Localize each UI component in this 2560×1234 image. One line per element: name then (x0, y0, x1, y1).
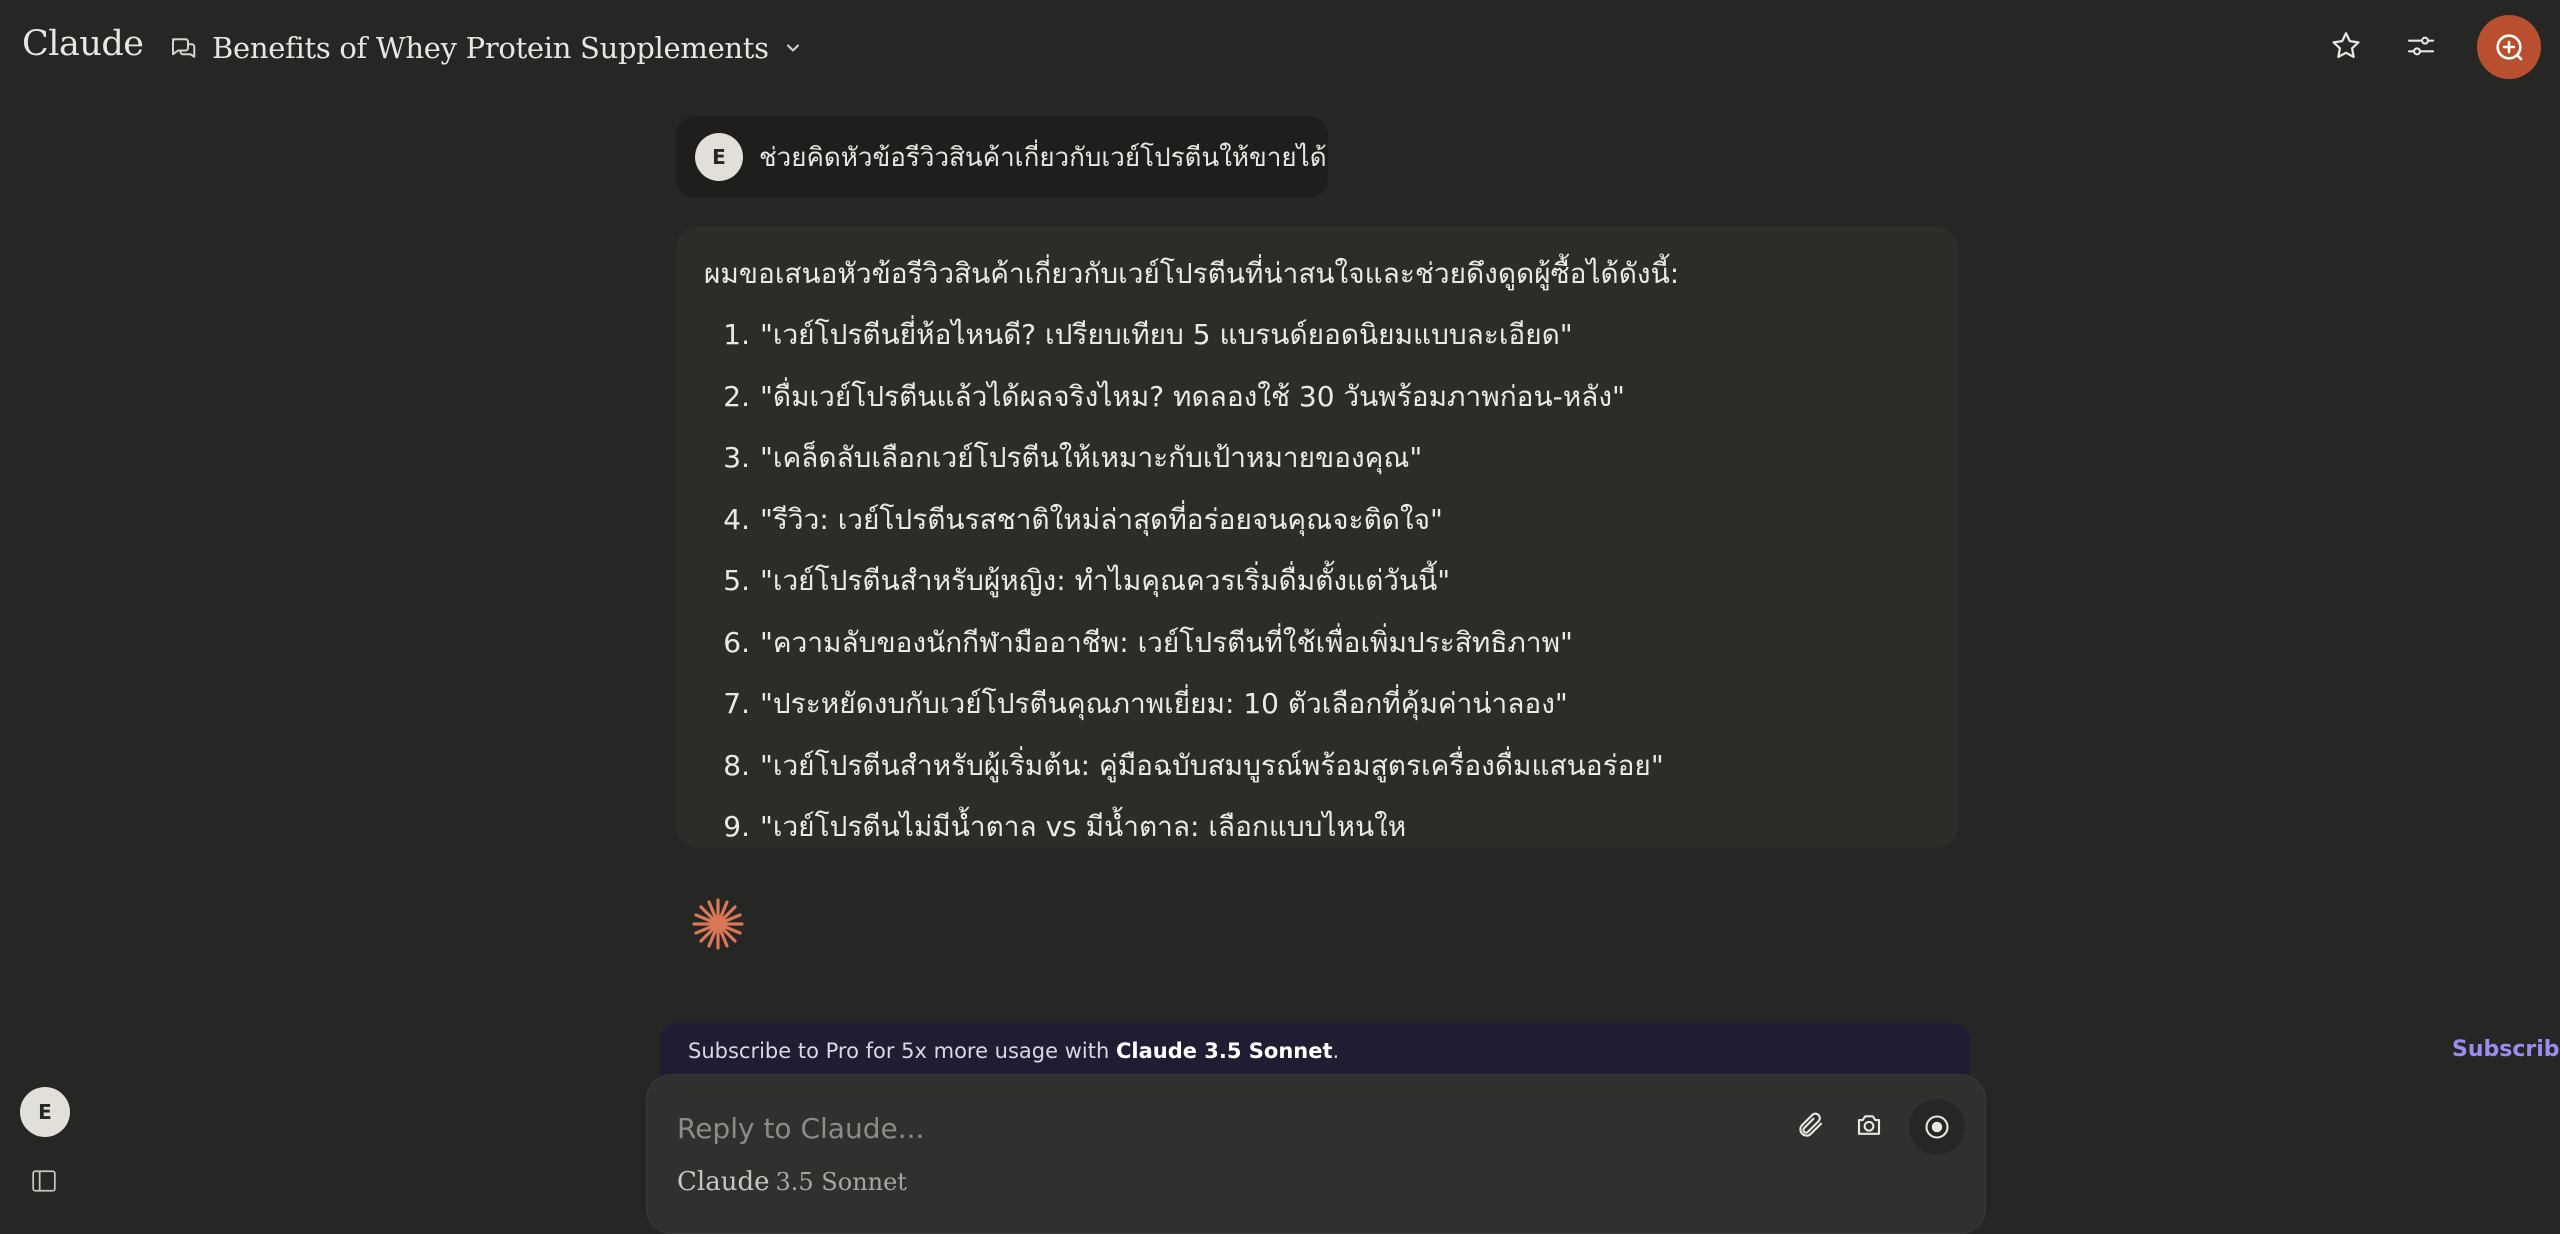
top-bar: Claude Benefits of Whey Protein Suppleme… (0, 0, 2560, 96)
list-item: 4. "รีวิว: เวย์โปรตีนรสชาติใหม่ล่าสุดที่อ… (723, 502, 1443, 536)
user-avatar: E (695, 133, 743, 181)
list-item: 8. "เวย์โปรตีนสำหรับผู้เริ่มต้น: คู่มือฉบ… (723, 748, 1664, 782)
new-chat-icon (2496, 34, 2523, 61)
list-item: 6. "ความลับของนักกีฬามืออาชีพ: เวย์โปรตีน… (723, 625, 1573, 659)
list-item: 1. "เวย์โปรตีนยี่ห้อไหนดี? เปรียบเทียบ 5 … (723, 318, 1573, 351)
new-chat-button[interactable] (2477, 15, 2541, 79)
model-selector[interactable]: Claude 3.5 Sonnet (677, 1167, 907, 1197)
settings-button[interactable] (2401, 26, 2441, 66)
banner-text: Subscribe to Pro for 5x more usage with … (688, 1039, 1340, 1063)
record-button[interactable] (1909, 1099, 1965, 1155)
chat-bubbles-icon (168, 33, 198, 63)
list-item: 2. "ดื่มเวย์โปรตีนแล้วได้ผลจริงไหม? ทดลอง… (723, 379, 1625, 413)
list-item: 3. "เคล็ดลับเลือกเวย์โปรตีนให้เหมาะกับเป้… (723, 441, 1423, 474)
sliders-icon (2407, 36, 2435, 56)
sidebar-toggle-icon (32, 1170, 56, 1192)
paperclip-icon (1799, 1112, 1823, 1137)
list-item: 7. "ประหยัดงบกับเวย์โปรตีนคุณภาพเยี่ยม: 1… (723, 687, 1568, 720)
list-item: 9. "เวย์โปรตีนไม่มีน้ำตาล vs มีน้ำตาล: เล… (723, 810, 1407, 843)
subscribe-link[interactable]: Subscribe (2452, 1037, 2560, 1062)
conversation-title-button[interactable]: Benefits of Whey Protein Supplements (168, 26, 803, 70)
account-avatar[interactable]: E (20, 1087, 70, 1137)
star-button[interactable] (2326, 26, 2366, 66)
review-title-list: 1. "เวย์โปรตีนยี่ห้อไหนดี? เปรียบเทียบ 5 … (704, 304, 1932, 858)
attach-button[interactable] (1791, 1105, 1831, 1145)
user-message: E ช่วยคิดหัวข้อรีวิวสินค้าเกี่ยวกับเวย์โ… (676, 116, 1328, 198)
star-icon (2332, 32, 2360, 59)
assistant-intro-text: ผมขอเสนอหัวข้อรีวิวสินค้าเกี่ยวกับเวย์โป… (704, 257, 1680, 290)
claude-logo[interactable]: Claude (22, 24, 144, 64)
chevron-down-icon (783, 38, 803, 58)
sidebar-toggle-button[interactable] (28, 1166, 60, 1196)
claude-spark-icon (688, 894, 748, 954)
list-item: 5. "เวย์โปรตีนสำหรับผู้หญิง: ทำไมคุณควรเร… (723, 564, 1451, 597)
record-icon (1925, 1115, 1949, 1139)
screenshot-button[interactable] (1849, 1105, 1889, 1145)
conversation-title: Benefits of Whey Protein Supplements (212, 31, 769, 65)
message-composer: Claude3.5 Sonnet (646, 1074, 1986, 1234)
reply-input[interactable] (677, 1103, 1677, 1153)
subscribe-banner: Subscribe to Pro for 5x more usage with … (660, 1023, 2560, 1079)
user-message-text: ช่วยคิดหัวข้อรีวิวสินค้าเกี่ยวกับเวย์โปร… (759, 142, 1327, 173)
assistant-message: ผมขอเสนอหัวข้อรีวิวสินค้าเกี่ยวกับเวย์โป… (676, 226, 1958, 848)
camera-icon (1857, 1115, 1881, 1135)
